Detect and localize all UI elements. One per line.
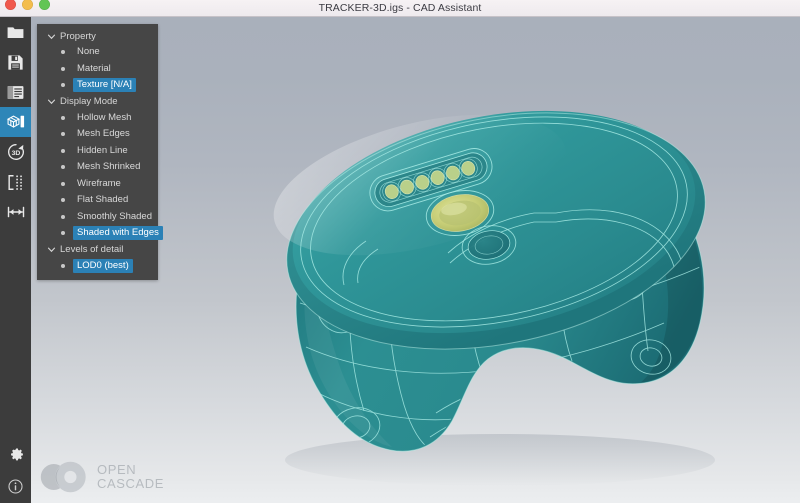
tree-item-label: Hollow Mesh [77, 111, 132, 123]
sidebar-item-measure[interactable] [0, 197, 31, 227]
bullet-icon [61, 231, 65, 236]
chevron-down-icon [46, 96, 57, 107]
svg-text:3D: 3D [11, 150, 20, 157]
tree-item-material[interactable]: Material [61, 61, 158, 78]
tree-item-label: LOD0 (best) [73, 258, 133, 273]
tree-item-lod0[interactable]: LOD0 (best) [61, 258, 158, 275]
tree-item-label: Hidden Line [77, 144, 128, 156]
sidebar-item-settings[interactable] [0, 439, 31, 469]
tree-group-label: Display Mode [60, 96, 118, 107]
logo-line-1: OPEN [97, 462, 137, 477]
bullet-icon [61, 181, 65, 186]
tree-item-mesh-edges[interactable]: Mesh Edges [61, 126, 158, 143]
chevron-down-icon [46, 244, 57, 255]
tree-group-label: Property [60, 30, 96, 42]
sidebar-item-clip-plane[interactable] [0, 167, 31, 197]
application-window: TRACKER-3D.igs - CAD Assistant 3D Proper… [0, 0, 800, 503]
bullet-icon [61, 165, 65, 170]
bullet-icon [61, 198, 65, 203]
tree-item-shaded-with-edges[interactable]: Shaded with Edges [61, 225, 163, 242]
gear-icon [10, 448, 23, 461]
bullet-icon [61, 214, 65, 219]
tree-item-label: Wireframe [77, 177, 121, 189]
tree-item-label: Smoothly Shaded [77, 210, 152, 222]
left-toolbar: 3D [0, 17, 31, 503]
tree-item-label: Flat Shaded [77, 194, 129, 206]
tree-group-property[interactable]: Property [37, 28, 158, 44]
bullet-icon [61, 115, 65, 120]
tree-item-label: None [77, 46, 100, 58]
measure-icon [7, 206, 24, 218]
window-title: TRACKER-3D.igs - CAD Assistant [318, 2, 482, 14]
tree-item-none[interactable]: None [61, 44, 158, 61]
rotate-3d-icon: 3D [7, 144, 24, 160]
sidebar-item-display-props[interactable] [0, 107, 31, 137]
sidebar-item-save-file[interactable] [0, 47, 31, 77]
tree-item-wireframe[interactable]: Wireframe [61, 176, 158, 193]
tree-item-label: Material [77, 62, 111, 74]
tree-item-hollow-mesh[interactable]: Hollow Mesh [61, 110, 158, 127]
tree-group-label: Levels of detail [60, 244, 124, 255]
tree-item-texture[interactable]: Texture [N/A] [61, 77, 158, 94]
folder-icon [7, 26, 24, 38]
chevron-down-icon [46, 31, 57, 42]
tree-group-display-mode[interactable]: Display Mode [37, 94, 158, 110]
mesh-panel-icon [6, 115, 24, 128]
sidebar-item-view-3d[interactable]: 3D [0, 137, 31, 167]
bullet-icon [61, 148, 65, 153]
bullet-icon [61, 83, 65, 88]
bullet-icon [61, 50, 65, 55]
tree-item-label: Mesh Shrinked [77, 161, 141, 173]
logo-text: OPEN CASCADE [97, 463, 164, 491]
tree-item-smoothly-shaded[interactable]: Smoothly Shaded [61, 209, 158, 226]
info-icon [8, 478, 23, 494]
sidebar-item-structure[interactable] [0, 77, 31, 107]
property-tree-panel: Property None Material Texture [N/A] Dis… [37, 24, 163, 280]
sidebar-item-open-file[interactable] [0, 17, 31, 47]
clip-plane-icon [8, 174, 22, 190]
bullet-icon [61, 132, 65, 137]
infinity-rings-icon [40, 461, 86, 493]
sidebar-item-about[interactable] [0, 469, 31, 503]
tree-item-mesh-shrinked[interactable]: Mesh Shrinked [61, 159, 158, 176]
tree-item-label: Texture [N/A] [73, 78, 136, 93]
list-panel-icon [7, 85, 24, 99]
tree-item-label: Shaded with Edges [73, 226, 163, 241]
tree-item-flat-shaded[interactable]: Flat Shaded [61, 192, 158, 209]
tree-item-hidden-line[interactable]: Hidden Line [61, 143, 158, 160]
open-cascade-logo: OPEN CASCADE [38, 461, 164, 493]
floppy-disk-icon [8, 54, 23, 70]
logo-line-2: CASCADE [97, 476, 165, 491]
bullet-icon [61, 66, 65, 71]
tree-item-label: Mesh Edges [77, 128, 130, 140]
tree-group-levels-of-detail[interactable]: Levels of detail [37, 242, 158, 258]
bullet-icon [61, 263, 65, 268]
title-bar: TRACKER-3D.igs - CAD Assistant [0, 0, 800, 17]
